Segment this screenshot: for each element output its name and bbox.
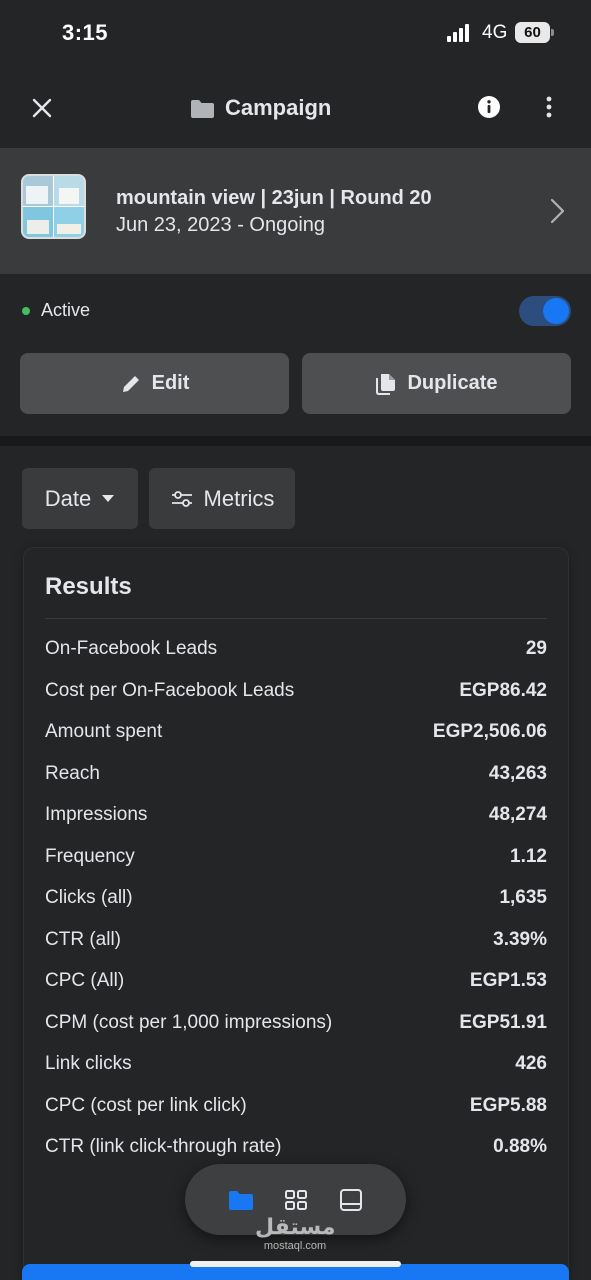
metric-name: Frequency: [45, 845, 135, 867]
campaign-name: mountain view | 23jun | Round 20: [116, 187, 432, 209]
toggle-knob: [543, 298, 569, 324]
more-button[interactable]: [530, 88, 568, 126]
watermark: مستقل mostaql.com: [255, 1215, 336, 1253]
battery-icon: 60: [515, 22, 550, 43]
metrics-label: Metrics: [203, 485, 275, 511]
signal-icon: [447, 24, 473, 42]
page-title: Campaign: [225, 95, 332, 120]
home-indicator: [190, 1261, 401, 1267]
metric-name: Amount spent: [45, 721, 163, 742]
header-title-group: Campaign: [190, 92, 331, 124]
metric-name: CPC (cost per link click): [45, 1094, 247, 1116]
metrics-button[interactable]: Metrics: [149, 468, 295, 529]
metric-row: Frequency 1.12: [45, 842, 547, 872]
metric-value: 48,274: [488, 804, 547, 825]
folder-icon[interactable]: [228, 1187, 254, 1213]
status-bar: 3:15 4G 60: [0, 0, 591, 70]
screen: 3:15 4G 60 Campaign mountain view | 23ju…: [0, 0, 591, 1280]
chevron-right-icon: [550, 198, 565, 224]
sliders-icon: [171, 490, 192, 507]
metric-name: CPC (All): [45, 970, 125, 991]
metric-name: Clicks (all): [45, 887, 133, 908]
info-icon: [478, 96, 500, 118]
metric-value: 43,263: [488, 762, 547, 784]
metric-value: 1,635: [499, 887, 547, 908]
metric-row: Link clicks 426: [45, 1049, 547, 1079]
duplicate-icon: [376, 373, 396, 395]
metric-row: Reach 43,263: [45, 759, 547, 789]
metric-name: CPM (cost per 1,000 impressions): [45, 1011, 333, 1033]
metric-row: Impressions 48,274: [45, 800, 547, 830]
metric-value: EGP2,506.06: [432, 721, 547, 742]
watermark-main: مستقل: [255, 1215, 336, 1240]
watermark-sub: mostaql.com: [263, 1240, 327, 1252]
metric-row: Cost per On-Facebook Leads EGP86.42: [45, 676, 547, 706]
date-filter-button[interactable]: Date: [22, 468, 138, 529]
status-section: Active Edit Duplicate: [0, 274, 591, 436]
results-divider: [45, 618, 547, 619]
status-dot: [22, 307, 30, 315]
battery-tip: [551, 29, 554, 36]
more-vertical-icon: [546, 96, 552, 118]
grid-icon[interactable]: [283, 1187, 309, 1213]
metric-row: CTR (link click-through rate) 0.88%: [45, 1132, 547, 1162]
tablet-icon[interactable]: [338, 1187, 364, 1213]
active-toggle[interactable]: [519, 296, 571, 326]
edit-label: Edit: [151, 372, 190, 394]
metric-value: 29: [525, 638, 547, 659]
campaign-thumbnail: [21, 174, 86, 239]
metric-value: 3.39%: [493, 928, 547, 950]
metric-row: CPC (All) EGP1.53: [45, 966, 547, 996]
metric-name: CTR (all): [45, 928, 121, 950]
metric-value: EGP5.88: [469, 1094, 547, 1116]
metric-value: EGP1.53: [469, 970, 547, 991]
metric-row: CTR (all) 3.39%: [45, 925, 547, 955]
campaign-row[interactable]: mountain view | 23jun | Round 20 Jun 23,…: [0, 148, 591, 274]
close-icon: [32, 98, 52, 118]
campaign-date-status: Jun 23, 2023 - Ongoing: [116, 214, 326, 236]
metric-value: EGP51.91: [459, 1011, 547, 1033]
status-time: 3:15: [62, 20, 109, 45]
metric-value: 1.12: [510, 845, 547, 867]
metric-name: On-Facebook Leads: [45, 638, 218, 659]
pencil-icon: [122, 375, 139, 392]
metric-value: 426: [515, 1053, 547, 1074]
info-button[interactable]: [470, 88, 508, 126]
folder-icon: [191, 99, 214, 118]
metric-row: CPC (cost per link click) EGP5.88: [45, 1091, 547, 1121]
edit-button[interactable]: Edit: [20, 353, 289, 414]
metric-row: Clicks (all) 1,635: [45, 883, 547, 913]
close-button[interactable]: [22, 88, 62, 128]
metric-name: CTR (link click-through rate): [45, 1136, 282, 1157]
metric-value: 0.88%: [493, 1136, 547, 1157]
metric-name: Reach: [45, 762, 100, 784]
metric-row: Amount spent EGP2,506.06: [45, 717, 547, 747]
metric-name: Link clicks: [45, 1053, 132, 1074]
header: Campaign: [0, 70, 591, 146]
metric-name: Cost per On-Facebook Leads: [45, 679, 295, 701]
section-divider: [0, 436, 591, 446]
date-filter-label: Date: [44, 485, 92, 511]
network-label: 4G: [482, 22, 508, 43]
results-title: Results: [45, 573, 132, 600]
duplicate-button[interactable]: Duplicate: [302, 353, 571, 414]
caret-down-icon: [102, 495, 115, 502]
metric-row: CPM (cost per 1,000 impressions) EGP51.91: [45, 1008, 547, 1038]
status-label: Active: [41, 300, 91, 320]
metric-row: On-Facebook Leads 29: [45, 634, 547, 664]
duplicate-label: Duplicate: [407, 372, 498, 394]
metric-value: EGP86.42: [459, 679, 547, 701]
metric-name: Impressions: [45, 804, 148, 825]
